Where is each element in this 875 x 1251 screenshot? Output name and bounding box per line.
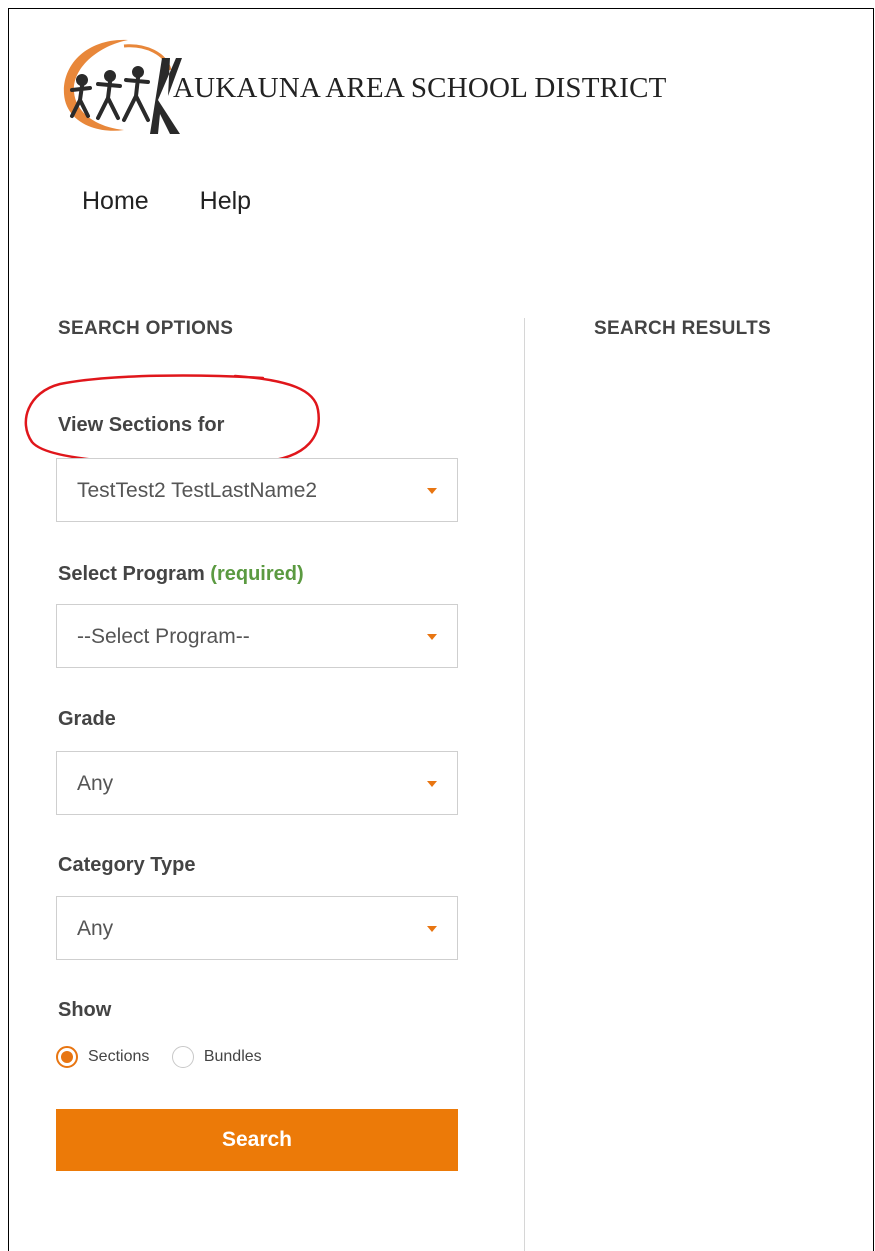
search-options-title: SEARCH OPTIONS [58, 318, 234, 339]
category-value: Any [77, 917, 114, 940]
show-radio-group: Sections Bundles [56, 1046, 280, 1068]
category-label: Category Type [58, 854, 196, 876]
district-name: AUKAUNA AREA SCHOOL DISTRICT [173, 72, 667, 104]
caret-down-icon [427, 781, 437, 787]
grade-label: Grade [58, 708, 116, 730]
bundles-radio-label[interactable]: Bundles [204, 1048, 262, 1065]
logo-mark-icon [63, 39, 182, 134]
search-button[interactable]: Search [56, 1109, 458, 1171]
caret-down-icon [427, 634, 437, 640]
column-divider [524, 318, 525, 1251]
view-sections-value: TestTest2 TestLastName2 [77, 479, 318, 502]
program-select[interactable]: --Select Program-- [56, 604, 458, 668]
nav-home-link[interactable]: Home [82, 187, 149, 215]
grade-select[interactable]: Any [56, 751, 458, 815]
required-tag: (required) [210, 563, 304, 585]
sections-radio[interactable] [56, 1046, 78, 1068]
show-label: Show [58, 999, 112, 1021]
category-select[interactable]: Any [56, 896, 458, 960]
bundles-radio[interactable] [171, 1046, 194, 1068]
district-logo[interactable]: AUKAUNA AREA SCHOOL DISTRICT [58, 36, 738, 136]
main-nav: Home Help [82, 187, 295, 216]
program-label: Select Program (required) [58, 563, 304, 586]
caret-down-icon [427, 488, 437, 494]
view-sections-label: View Sections for [58, 414, 225, 436]
sections-radio-label[interactable]: Sections [88, 1048, 149, 1065]
program-label-text: Select Program [58, 563, 205, 585]
grade-value: Any [77, 772, 114, 795]
caret-down-icon [427, 926, 437, 932]
search-results-title: SEARCH RESULTS [594, 318, 771, 339]
view-sections-select[interactable]: TestTest2 TestLastName2 [56, 458, 458, 522]
program-value: --Select Program-- [77, 625, 250, 648]
nav-help-link[interactable]: Help [200, 187, 251, 215]
